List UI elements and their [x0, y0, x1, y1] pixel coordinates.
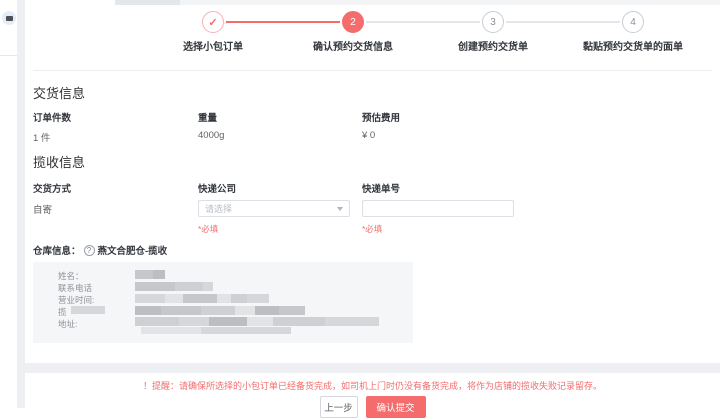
card-footer-gap: [17, 363, 720, 373]
courier-select-placeholder: 请选择: [205, 204, 233, 214]
confirm-submit-button[interactable]: 确认提交: [365, 396, 426, 418]
step-4-circle: 4: [622, 11, 644, 33]
delivery-method-label: 交货方式: [33, 184, 72, 195]
censored-pickup-value: [135, 306, 305, 315]
censored-label-fragment: [71, 306, 105, 314]
warehouse-info-row: 仓库信息： ? 燕文合肥仓-揽收: [33, 243, 167, 257]
courier-company-select[interactable]: 请选择: [198, 200, 350, 217]
step-3-circle: 3: [482, 11, 504, 33]
warehouse-detail-box: 姓名： 联系电话 营业时间: 揽 地址:: [33, 262, 413, 343]
step-2-circle: 2: [342, 11, 364, 33]
step-1-label: 选择小包订单: [183, 42, 243, 53]
estimated-fee-label: 预估费用: [362, 113, 401, 124]
avatar-icon: [5, 15, 13, 21]
order-count-value: 1 件: [33, 133, 51, 144]
estimated-fee-value: ¥ 0: [362, 130, 376, 141]
help-question-icon[interactable]: ?: [83, 244, 95, 256]
step-2-label: 确认预约交货信息: [313, 42, 393, 53]
reminder-text: ！提醒：请确保所选择的小包订单已经备货完成，如司机上门时仍没有备货完成，将作为店…: [142, 381, 602, 391]
warehouse-name: 燕文合肥仓-揽收: [97, 246, 168, 257]
sidebar-avatar[interactable]: [2, 11, 16, 25]
footer-actions: 上一步 确认提交: [25, 396, 720, 418]
tracking-number-label: 快递单号: [362, 184, 401, 195]
order-count-label: 订单件数: [33, 113, 72, 124]
footer-bar: ！提醒：请确保所选择的小包订单已经备货完成，如司机上门时仍没有备货完成，将作为店…: [25, 373, 720, 418]
censored-phone-value: [135, 282, 213, 291]
weight-value: 4000g: [198, 130, 225, 141]
tracking-number-input[interactable]: [362, 200, 514, 217]
pickup-info-title: 揽收信息: [33, 155, 86, 170]
section-divider: [33, 70, 712, 71]
top-strip-light: [180, 0, 720, 5]
warehouse-phone-label: 联系电话: [58, 283, 93, 293]
warehouse-address-label: 地址:: [58, 319, 78, 329]
main-card: ✓ 2 3 4 选择小包订单 确认预约交货信息 创建预约交货单 黏贴预约交货单的…: [25, 0, 720, 363]
censored-name-value: [135, 270, 165, 279]
page-gutter: [17, 0, 25, 408]
warehouse-name-label: 姓名：: [58, 271, 84, 281]
censored-address-value: [135, 317, 379, 326]
censored-address-line2: [141, 327, 291, 334]
weight-label: 重量: [198, 113, 218, 124]
step-4-label: 黏贴预约交货单的面单: [583, 42, 683, 53]
censored-hours-value: [135, 294, 269, 303]
step-3-label: 创建预约交货单: [458, 42, 528, 53]
courier-company-label: 快递公司: [198, 184, 237, 195]
step-1-check-icon: ✓: [202, 11, 224, 33]
step-connector-1: [226, 21, 340, 23]
sidebar-divider: [0, 55, 17, 56]
delivery-info-title: 交货信息: [33, 86, 86, 101]
top-strip-dark: [115, 0, 180, 5]
delivery-method-value: 自寄: [33, 205, 53, 216]
collapsed-sidebar: [0, 0, 17, 408]
step-connector-3: [506, 21, 620, 23]
warehouse-pickup-label: 揽: [58, 307, 67, 317]
tracking-required-hint: *必填: [362, 224, 383, 234]
courier-required-hint: *必填: [198, 224, 219, 234]
previous-step-button[interactable]: 上一步: [319, 396, 358, 418]
step-connector-2: [366, 21, 480, 23]
warehouse-hours-label: 营业时间:: [58, 295, 95, 305]
chevron-down-icon: [337, 206, 343, 211]
warehouse-info-label: 仓库信息：: [33, 246, 81, 257]
